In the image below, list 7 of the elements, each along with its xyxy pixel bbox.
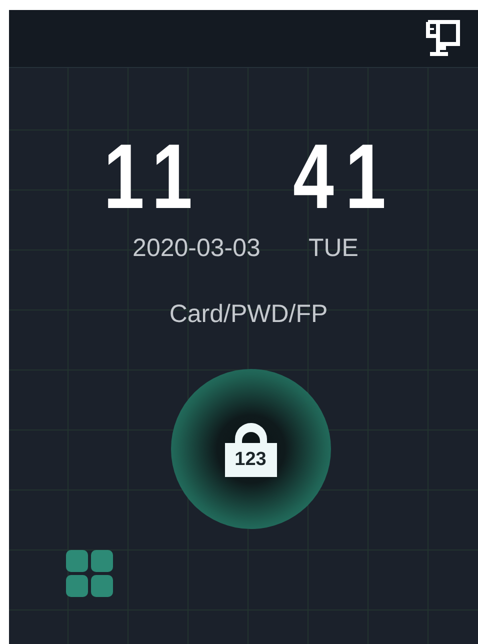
verify-mode-text: Card/PWD/FP <box>169 298 328 330</box>
clock-hours: 11 <box>103 131 204 223</box>
menu-grid-icon[interactable] <box>66 550 114 598</box>
date-text: 2020-03-03 <box>132 233 260 264</box>
unlock-button[interactable]: 123 <box>170 369 330 529</box>
weekday-text: TUE <box>308 233 358 264</box>
clock-minutes: 41 <box>292 131 398 223</box>
